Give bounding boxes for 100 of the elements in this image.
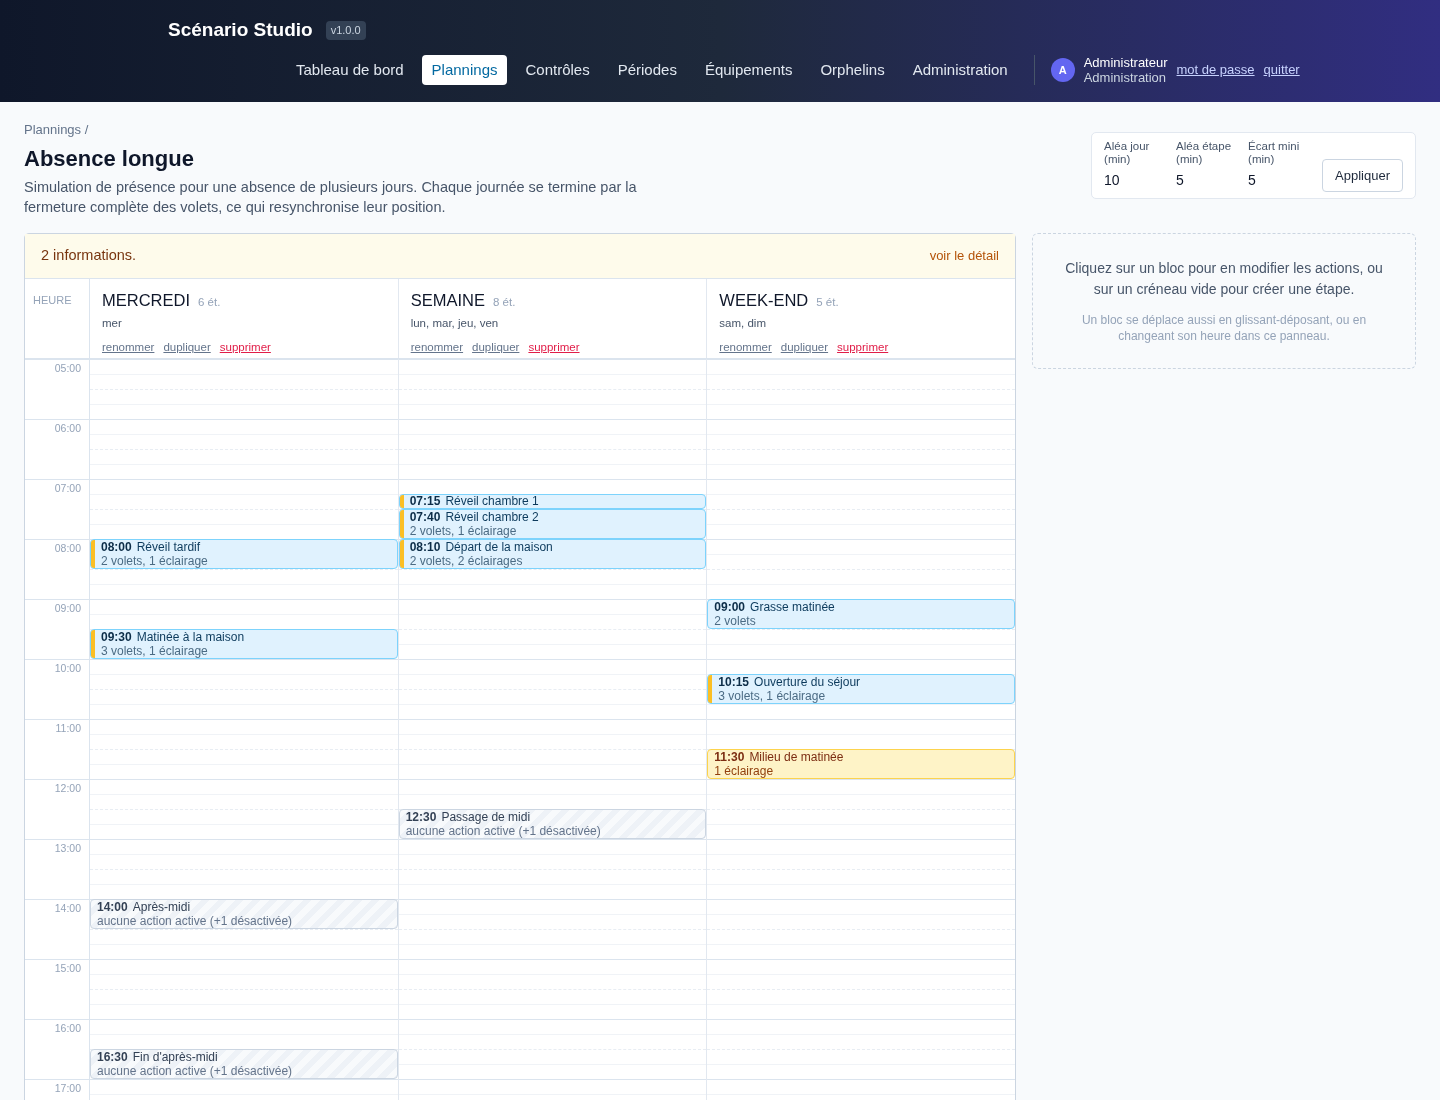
nav-tab[interactable]: Administration	[902, 54, 1018, 85]
page-description: Simulation de présence pour une absence de plusieurs jours. Chaque journée se termine par la fermeture complète des volets, ce qui resynchronise leur position.	[24, 177, 638, 217]
step-summary: 2 volets	[714, 613, 757, 628]
help-hint: Un bloc se déplace aussi en glissant-déposant, ou en changeant son heure dans ce panneau.	[1080, 311, 1368, 344]
hour-label: 17:00	[54, 1081, 81, 1094]
breadcrumb[interactable]: Plannings /	[24, 120, 664, 140]
step-time: 14:00	[97, 899, 128, 914]
step-time: 12:30	[405, 809, 437, 824]
hour-label: 05:00	[54, 361, 81, 374]
hour-label: 06:00	[54, 421, 81, 434]
nav-tab[interactable]: Tableau de bord	[286, 54, 414, 85]
hour-label: 15:00	[54, 961, 81, 974]
day-action-link[interactable]: renommer	[102, 338, 155, 356]
step-block[interactable]: 11:30 Milieu de matinée 1 éclairage	[707, 748, 1015, 779]
step-count: 6 ét.	[198, 294, 221, 310]
step-title: Passage de midi	[441, 809, 531, 824]
step-time: 10:15	[718, 674, 750, 689]
hour-label: 07:00	[54, 481, 81, 494]
step-title: Après-midi	[132, 899, 191, 914]
hour-label: 13:00	[54, 841, 81, 854]
step-title: Ouverture du séjour	[754, 674, 861, 689]
hour-label: 12:00	[54, 781, 81, 794]
step-count: 5 ét.	[816, 294, 839, 310]
step-block[interactable]: 07:15 Réveil chambre 1	[398, 493, 707, 509]
step-title: Matinée à la maison	[136, 629, 245, 644]
step-summary: 2 volets, 2 éclairages	[409, 553, 524, 568]
page-title: Absence longue	[24, 144, 195, 173]
step-summary: 3 volets, 1 éclairage	[101, 643, 209, 658]
step-time: 07:40	[409, 509, 441, 524]
field-label: Écart mini (min)	[1248, 140, 1301, 166]
step-summary: aucune action active (+1 désactivée)	[97, 1063, 294, 1078]
step-time: 16:30	[97, 1049, 128, 1064]
nav-tab[interactable]: Orphelins	[810, 54, 895, 85]
step-block[interactable]: 14:00 Après-midi aucune action active (+1 désactivée)	[90, 898, 398, 929]
hour-label: 11:00	[55, 721, 81, 734]
day-weekdays: mer	[102, 316, 123, 332]
step-block[interactable]: 08:00 Réveil tardif 2 volets, 1 éclairage	[90, 538, 398, 569]
hour-label: 09:00	[54, 601, 81, 614]
step-time: 07:15	[409, 494, 441, 508]
step-title: Milieu de matinée	[749, 749, 844, 764]
hour-label: 16:00	[54, 1021, 81, 1034]
day-weekdays: sam, dim	[719, 316, 767, 332]
user-avatar: A	[1050, 57, 1075, 82]
help-text: Cliquez sur un bloc pour en modifier les actions, ou sur un créneau vide pour créer une étape.	[1064, 258, 1384, 299]
nav-tab[interactable]: Plannings	[421, 54, 508, 85]
hour-label: 10:00	[54, 661, 81, 674]
day-action-link[interactable]: supprimer	[528, 338, 580, 356]
day-action-link[interactable]: supprimer	[219, 338, 271, 356]
step-title: Réveil tardif	[136, 539, 201, 554]
day-action-link[interactable]: dupliquer	[472, 338, 520, 356]
step-time: 09:00	[714, 599, 746, 614]
info-text: 2 informations.	[41, 245, 137, 265]
step-time: 08:10	[409, 539, 441, 554]
hour-header: HEURE	[33, 293, 72, 306]
step-block[interactable]: 09:00 Grasse matinée 2 volets	[707, 598, 1015, 629]
step-count: 8 ét.	[492, 294, 516, 310]
account-link[interactable]: mot de passe	[1176, 60, 1255, 80]
step-summary: aucune action active (+1 désactivée)	[405, 823, 602, 838]
step-title: Départ de la maison	[445, 539, 553, 554]
day-action-link[interactable]: renommer	[719, 338, 772, 356]
step-title: Fin d'après-midi	[132, 1049, 218, 1064]
step-time: 11:30	[714, 749, 745, 764]
step-summary: 2 volets, 1 éclairage	[101, 553, 209, 568]
nav-tab[interactable]: Contrôles	[515, 54, 600, 85]
step-block[interactable]: 10:15 Ouverture du séjour 3 volets, 1 éclairage	[707, 673, 1015, 704]
nav-tab[interactable]: Équipements	[694, 54, 803, 85]
detail-link[interactable]: voir le détail	[929, 245, 999, 266]
step-block[interactable]: 07:40 Réveil chambre 2 2 volets, 1 éclairage	[398, 508, 707, 539]
step-block[interactable]: 09:30 Matinée à la maison 3 volets, 1 éclairage	[90, 628, 398, 659]
user-name: Administrateur	[1083, 54, 1168, 70]
day-name: MERCREDI	[102, 289, 190, 311]
account-link[interactable]: quitter	[1263, 60, 1300, 80]
step-summary: aucune action active (+1 désactivée)	[97, 913, 294, 928]
step-block[interactable]: 12:30 Passage de midi aucune action active (+1 désactivée)	[398, 808, 707, 839]
day-action-link[interactable]: renommer	[410, 338, 464, 356]
field-label: Aléa étape (min)	[1176, 140, 1233, 166]
app-title: Scénario Studio	[168, 18, 313, 42]
step-title: Grasse matinée	[750, 599, 835, 614]
hour-label: 14:00	[54, 901, 81, 914]
day-weekdays: lun, mar, jeu, ven	[410, 316, 500, 332]
step-title: Réveil chambre 2	[445, 509, 539, 524]
apply-button[interactable]: Appliquer	[1322, 159, 1403, 192]
step-summary: 3 volets, 1 éclairage	[718, 688, 827, 703]
day-action-link[interactable]: dupliquer	[780, 338, 829, 356]
nav-tab[interactable]: Périodes	[607, 54, 687, 85]
version-badge: v1.0.0	[325, 21, 366, 40]
step-time: 08:00	[101, 539, 132, 554]
day-name: WEEK-END	[719, 289, 809, 311]
step-time: 09:30	[101, 629, 132, 644]
step-block[interactable]: 16:30 Fin d'après-midi aucune action active (+1 désactivée)	[90, 1048, 398, 1079]
step-summary: 2 volets, 1 éclairage	[409, 523, 518, 538]
user-role: Administration	[1083, 69, 1168, 85]
step-block[interactable]: 08:10 Départ de la maison 2 volets, 2 éclairages	[398, 538, 707, 569]
day-action-link[interactable]: dupliquer	[163, 338, 211, 356]
day-name: SEMAINE	[410, 289, 485, 311]
day-action-link[interactable]: supprimer	[837, 338, 889, 356]
step-summary: 1 éclairage	[714, 763, 775, 778]
field-label: Aléa jour (min)	[1104, 140, 1151, 166]
step-title: Réveil chambre 1	[445, 494, 539, 508]
hour-label: 08:00	[54, 541, 81, 554]
